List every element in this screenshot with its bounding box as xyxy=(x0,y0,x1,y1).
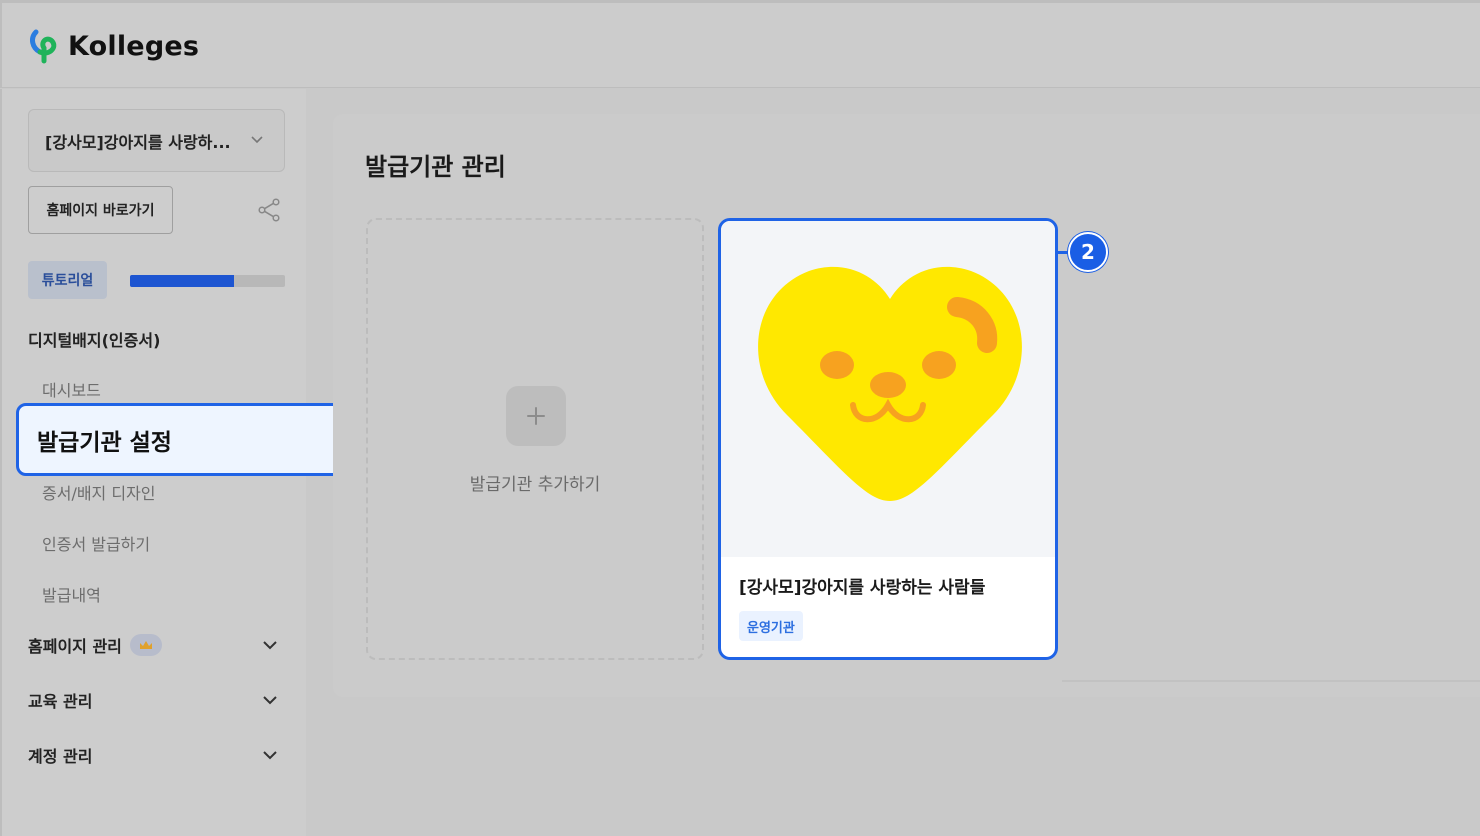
chevron-down-icon xyxy=(263,641,277,650)
brand-logo[interactable]: Kolleges xyxy=(28,28,199,64)
issuer-card[interactable]: [강사모]강아지를 사랑하는 사람들 운영기관 xyxy=(718,218,1058,660)
sidebar-item-issue-history[interactable]: 발급내역 xyxy=(42,582,101,606)
org-selector[interactable]: [강사모]강아지를 사랑하... xyxy=(28,109,285,172)
sidebar-group-account[interactable]: 계정 관리 xyxy=(28,743,283,767)
chevron-down-icon xyxy=(251,136,263,144)
tutorial-progress-fill xyxy=(130,275,234,287)
kolleges-logo-icon xyxy=(30,29,57,64)
issuer-role-tag: 운영기관 xyxy=(739,611,803,641)
sidebar-group-label: 교육 관리 xyxy=(28,692,93,711)
tutorial-badge[interactable]: 튜토리얼 xyxy=(28,261,107,299)
section-title-digital-badge: 디지털배지(인증서) xyxy=(28,331,161,350)
page-title: 발급기관 관리 xyxy=(365,153,506,181)
sidebar-group-label: 계정 관리 xyxy=(28,747,93,766)
sidebar-item-issue-certificate[interactable]: 인증서 발급하기 xyxy=(42,531,150,555)
crown-icon xyxy=(139,641,152,649)
premium-badge xyxy=(129,634,162,656)
sidebar-group-homepage[interactable]: 홈페이지 관리 xyxy=(28,633,283,657)
add-issuer-label: 발급기관 추가하기 xyxy=(469,475,601,495)
tutorial-progress-bar xyxy=(130,275,285,287)
sidebar-group-label: 홈페이지 관리 xyxy=(28,637,122,656)
issuer-image-area xyxy=(721,221,1055,557)
add-issuer-card[interactable]: 발급기관 추가하기 xyxy=(366,218,704,660)
brand-name: Kolleges xyxy=(68,30,200,62)
top-border xyxy=(2,0,1480,3)
heart-dog-logo-icon xyxy=(758,266,1022,501)
org-selector-label: [강사모]강아지를 사랑하... xyxy=(45,132,231,152)
homepage-shortcut-button[interactable]: 홈페이지 바로가기 xyxy=(28,186,173,234)
sidebar-item-dashboard[interactable]: 대시보드 xyxy=(42,377,101,401)
sidebar-group-education[interactable]: 교육 관리 xyxy=(28,688,283,712)
issuer-name: [강사모]강아지를 사랑하는 사람들 xyxy=(739,578,986,598)
plus-icon xyxy=(506,386,566,446)
divider xyxy=(1062,680,1480,682)
share-icon[interactable] xyxy=(257,198,281,222)
top-bar: Kolleges xyxy=(0,0,1480,88)
chevron-down-icon xyxy=(263,751,277,760)
step-badge-2: 2 xyxy=(1068,232,1108,272)
chevron-down-icon xyxy=(263,696,277,705)
sidebar-item-design[interactable]: 증서/배지 디자인 xyxy=(42,480,156,504)
